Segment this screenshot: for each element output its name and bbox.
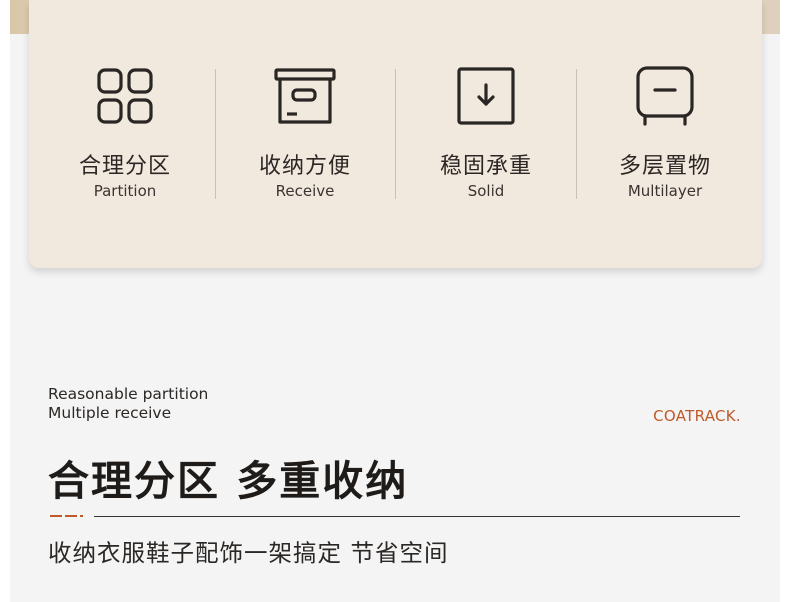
feature-partition: 合理分区 Partition bbox=[35, 64, 215, 204]
divider-rule bbox=[94, 516, 740, 517]
feature-title-cn: 合理分区 bbox=[78, 154, 171, 179]
feature-multilayer: 多层置物 Multilayer bbox=[575, 64, 755, 204]
feature-solid: 稳固承重 Solid bbox=[396, 64, 576, 204]
subtitle-line-1: Reasonable partition bbox=[48, 385, 209, 403]
headline: 合理分区 多重收纳 bbox=[48, 457, 409, 505]
download-box-icon bbox=[457, 67, 515, 125]
feature-title-en: Multilayer bbox=[627, 182, 703, 200]
brand-label: COATRACK. bbox=[653, 407, 741, 425]
feature-title-en: Solid bbox=[467, 182, 505, 200]
storage-box-icon bbox=[274, 68, 336, 124]
accent-dash-line bbox=[50, 515, 83, 517]
feature-receive: 收纳方便 Receive bbox=[215, 64, 395, 204]
grid-icon bbox=[97, 68, 153, 124]
feature-title-cn: 稳固承重 bbox=[439, 154, 532, 179]
feature-title-cn: 收纳方便 bbox=[258, 154, 351, 179]
tagline: 收纳衣服鞋子配饰一架搞定 节省空间 bbox=[48, 539, 449, 567]
subtitle-line-2: Multiple receive bbox=[48, 404, 172, 422]
feature-title-en: Partition bbox=[93, 182, 157, 200]
english-subtitle: Reasonable partition Multiple receive bbox=[48, 385, 208, 423]
feature-title-cn: 多层置物 bbox=[618, 154, 711, 179]
shelf-stand-icon bbox=[636, 66, 694, 126]
feature-title-en: Receive bbox=[275, 182, 335, 200]
feature-card: 合理分区 Partition 收纳方便 Receive 稳固承重 Solid 多… bbox=[29, 0, 762, 268]
